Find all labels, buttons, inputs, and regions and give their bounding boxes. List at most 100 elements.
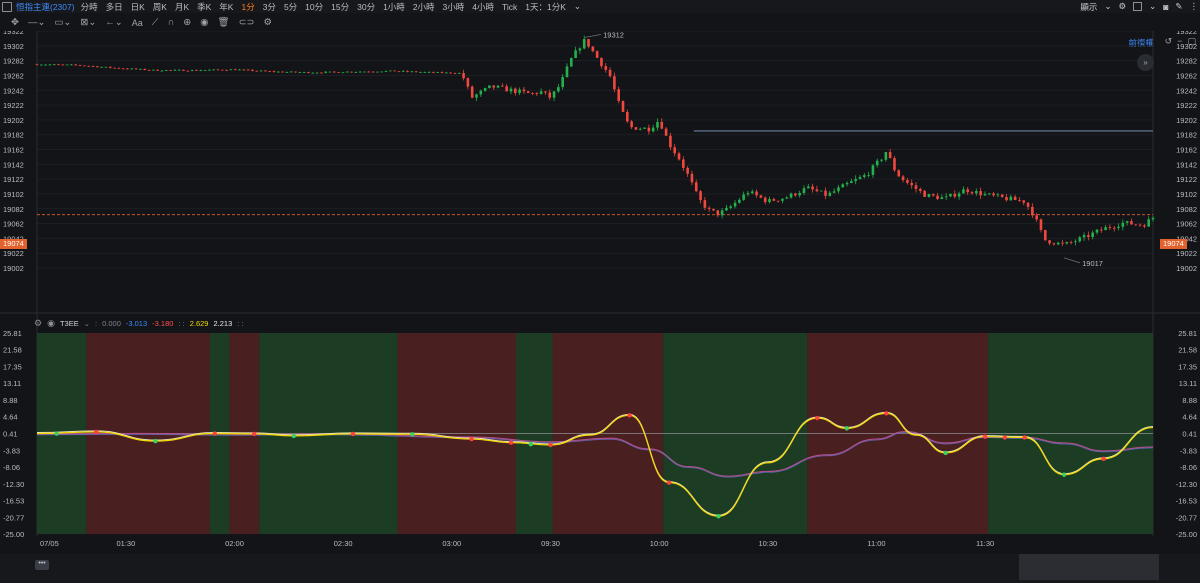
candle[interactable] [242,69,246,71]
candle[interactable] [875,160,879,166]
candle[interactable] [432,71,435,73]
candle[interactable] [931,194,935,196]
candle[interactable] [733,202,737,207]
candle[interactable] [595,51,599,58]
lock-icon[interactable]: ⊕ [183,17,191,28]
timeframe-tab[interactable]: 月K [175,1,189,13]
candle[interactable] [707,207,711,209]
candle[interactable] [845,182,849,185]
candle[interactable] [781,198,784,201]
time-navigator[interactable]: ••• [0,554,1200,583]
candle[interactable] [660,121,664,129]
candle[interactable] [923,190,926,197]
candle[interactable] [186,70,190,72]
chevron-down-icon[interactable]: ⌄ [1149,1,1156,12]
candle[interactable] [1078,237,1082,242]
candle[interactable] [1125,221,1129,223]
candle[interactable] [488,85,491,89]
chevron-down-icon[interactable]: ⌄ [84,319,90,328]
candle[interactable] [936,195,939,200]
more-icon[interactable]: ••• [35,560,49,570]
candle[interactable] [199,70,203,72]
candle[interactable] [690,173,694,183]
candle[interactable] [699,191,702,201]
candle[interactable] [854,178,857,182]
navigator-window[interactable] [1019,554,1159,580]
candle[interactable] [173,69,177,71]
candle[interactable] [1009,196,1013,201]
indicator-name[interactable]: T3EE [60,319,79,328]
candle[interactable] [755,191,758,196]
candle[interactable] [621,101,625,112]
candle[interactable] [212,69,215,71]
candle[interactable] [134,68,138,70]
candle[interactable] [466,78,470,87]
candle[interactable] [763,197,767,203]
candle[interactable] [1043,229,1047,241]
crosshair-icon[interactable]: ✥ [11,17,19,28]
candle[interactable] [203,70,207,71]
candle[interactable] [401,70,405,72]
magnet-icon[interactable]: ∩ [167,17,174,28]
candle[interactable] [694,182,698,192]
candle[interactable] [350,71,353,73]
timeframe-dropdown[interactable]: 1天：1分K [525,1,566,13]
candle[interactable] [113,67,116,69]
candle[interactable] [320,72,323,74]
candle[interactable] [44,64,47,66]
candle[interactable] [535,92,539,94]
candle[interactable] [858,176,862,179]
candle[interactable] [914,185,918,189]
timeframe-tab[interactable]: 周K [153,1,167,13]
candle[interactable] [677,153,681,160]
candle[interactable] [410,71,414,73]
candle[interactable] [587,39,590,47]
candle[interactable] [617,89,620,102]
candle[interactable] [1147,219,1150,227]
candle[interactable] [539,91,543,94]
candle[interactable] [406,70,409,72]
candle[interactable] [1069,242,1073,243]
candle[interactable] [457,73,461,74]
candle[interactable] [1082,235,1086,238]
candle[interactable] [819,190,823,192]
candle[interactable] [768,199,771,203]
candle[interactable] [806,186,810,189]
candle[interactable] [570,57,573,67]
candle[interactable] [656,121,659,128]
candle[interactable] [255,70,259,72]
candle[interactable] [96,66,99,68]
candle[interactable] [380,71,384,73]
candle[interactable] [35,64,39,66]
candle[interactable] [992,193,995,196]
text-tool-icon[interactable]: Aa [132,18,143,28]
candle[interactable] [600,57,603,67]
candle[interactable] [427,71,431,73]
candle[interactable] [190,69,194,71]
candle[interactable] [393,70,396,72]
candle[interactable] [518,89,521,93]
timeframe-tab[interactable]: Tick [502,2,517,12]
candle[interactable] [591,46,595,52]
candle[interactable] [608,69,612,77]
candle[interactable] [52,64,56,66]
candle[interactable] [638,128,642,130]
candle[interactable] [888,152,892,159]
candle[interactable] [871,165,875,175]
candle[interactable] [906,180,909,183]
timeframe-tab[interactable]: 3分 [263,1,276,13]
candle[interactable] [70,64,73,66]
candle[interactable] [376,71,379,73]
candle[interactable] [182,69,185,71]
candle[interactable] [483,88,487,91]
camera-icon[interactable]: ◙ [1163,2,1168,12]
candle[interactable] [156,69,159,71]
sidebar-toggle-icon[interactable] [2,1,12,12]
candle[interactable] [505,86,508,92]
rectangle-tool-icon[interactable]: ▭⌄ [54,17,71,28]
candle[interactable] [970,192,974,194]
fast-forward-button[interactable]: » [1137,54,1154,71]
candle[interactable] [462,73,465,79]
candle[interactable] [1121,222,1125,227]
candle[interactable] [1143,225,1146,227]
